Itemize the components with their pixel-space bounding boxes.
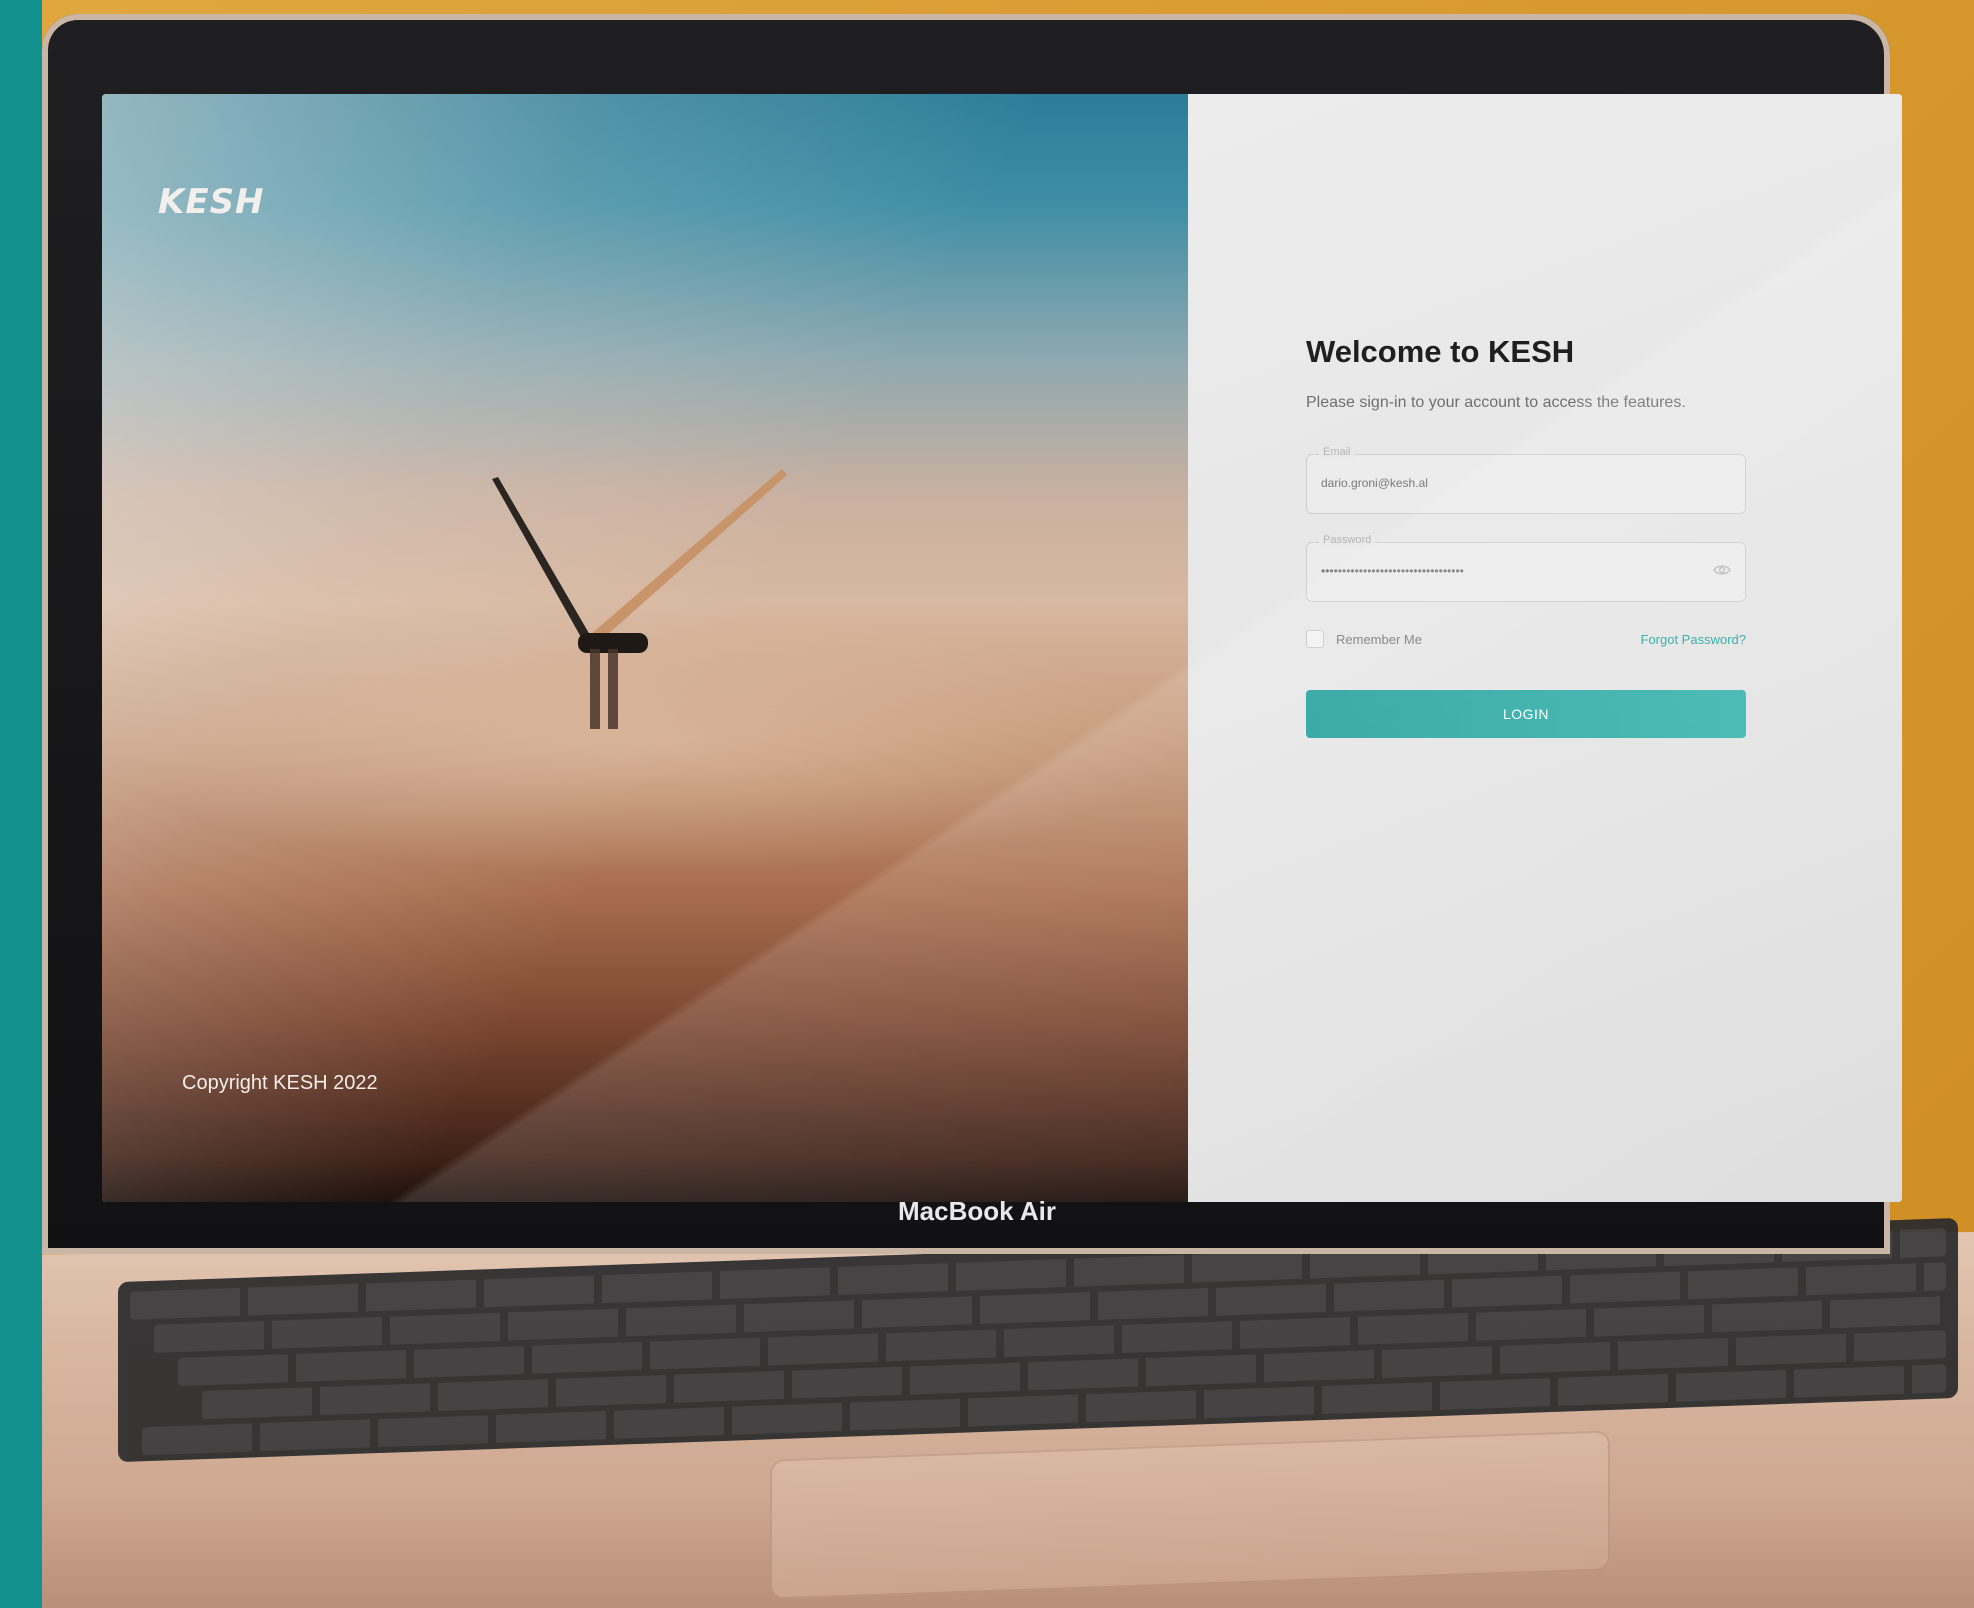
device-model-label: MacBook Air: [898, 1196, 1056, 1226]
hero-photo: KESH Copyright KESH 2022: [102, 94, 1188, 1202]
login-panel: Welcome to KESH Please sign-in to your a…: [1188, 94, 1902, 1202]
remember-label: Remember Me: [1336, 631, 1422, 647]
email-field[interactable]: Email: [1306, 446, 1746, 514]
teal-edge-strip: [0, 0, 42, 1608]
options-row: Remember Me Forgot Password?: [1306, 630, 1746, 648]
page-title: Welcome to KESH: [1306, 334, 1575, 369]
login-button[interactable]: LOGIN: [1306, 690, 1746, 738]
page-subtitle: Please sign-in to your account to access…: [1306, 394, 1686, 411]
email-input[interactable]: [1321, 476, 1681, 490]
eye-icon[interactable]: [1713, 563, 1731, 577]
password-field[interactable]: Password •••••••••••••••••••••••••••••••…: [1306, 534, 1746, 602]
login-form: Welcome to KESH Please sign-in to your a…: [1306, 334, 1746, 738]
remember-checkbox[interactable]: [1306, 630, 1324, 648]
password-input[interactable]: ••••••••••••••••••••••••••••••••••: [1321, 564, 1681, 578]
copyright-text: Copyright KESH 2022: [182, 1072, 378, 1094]
forgot-password-link[interactable]: Forgot Password?: [1641, 632, 1747, 647]
trackpad: [770, 1430, 1610, 1600]
brand-logo: KESH: [158, 182, 265, 222]
email-label: Email: [1319, 446, 1355, 458]
screen: KESH Copyright KESH 2022 Welcome to KESH…: [102, 94, 1902, 1202]
remember-me[interactable]: Remember Me: [1306, 630, 1422, 648]
laptop-lid: KESH Copyright KESH 2022 Welcome to KESH…: [42, 14, 1902, 1254]
wind-turbine-image: [492, 469, 787, 729]
password-label: Password: [1319, 534, 1376, 546]
